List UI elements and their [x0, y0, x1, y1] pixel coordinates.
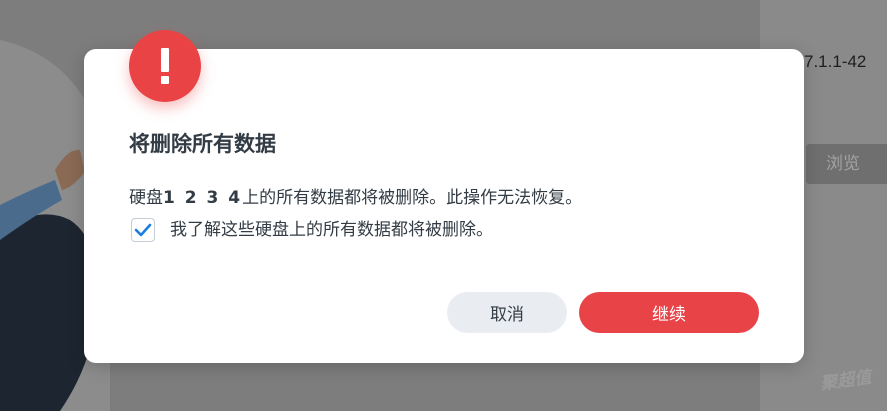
- continue-button[interactable]: 继续: [579, 292, 759, 333]
- confirm-checkbox-label[interactable]: 我了解这些硬盘上的所有数据都将被删除。: [170, 218, 493, 242]
- exclamation-icon: [161, 48, 169, 84]
- background-version-text: 7.1.1-42: [804, 52, 867, 71]
- dialog-title: 将删除所有数据: [129, 132, 276, 156]
- background-browse-button: 浏览: [806, 144, 887, 184]
- confirm-checkbox[interactable]: [131, 218, 155, 242]
- dialog-message: 硬盘1 2 3 4上的所有数据都将被删除。此操作无法恢复。: [129, 183, 582, 208]
- message-suffix: 上的所有数据都将被删除。此操作无法恢复。: [242, 188, 583, 208]
- message-disk-numbers: 1 2 3 4: [163, 188, 243, 208]
- message-prefix: 硬盘: [129, 188, 163, 208]
- cancel-button[interactable]: 取消: [447, 292, 567, 333]
- checkmark-icon: [134, 223, 152, 237]
- alert-icon: [129, 30, 201, 102]
